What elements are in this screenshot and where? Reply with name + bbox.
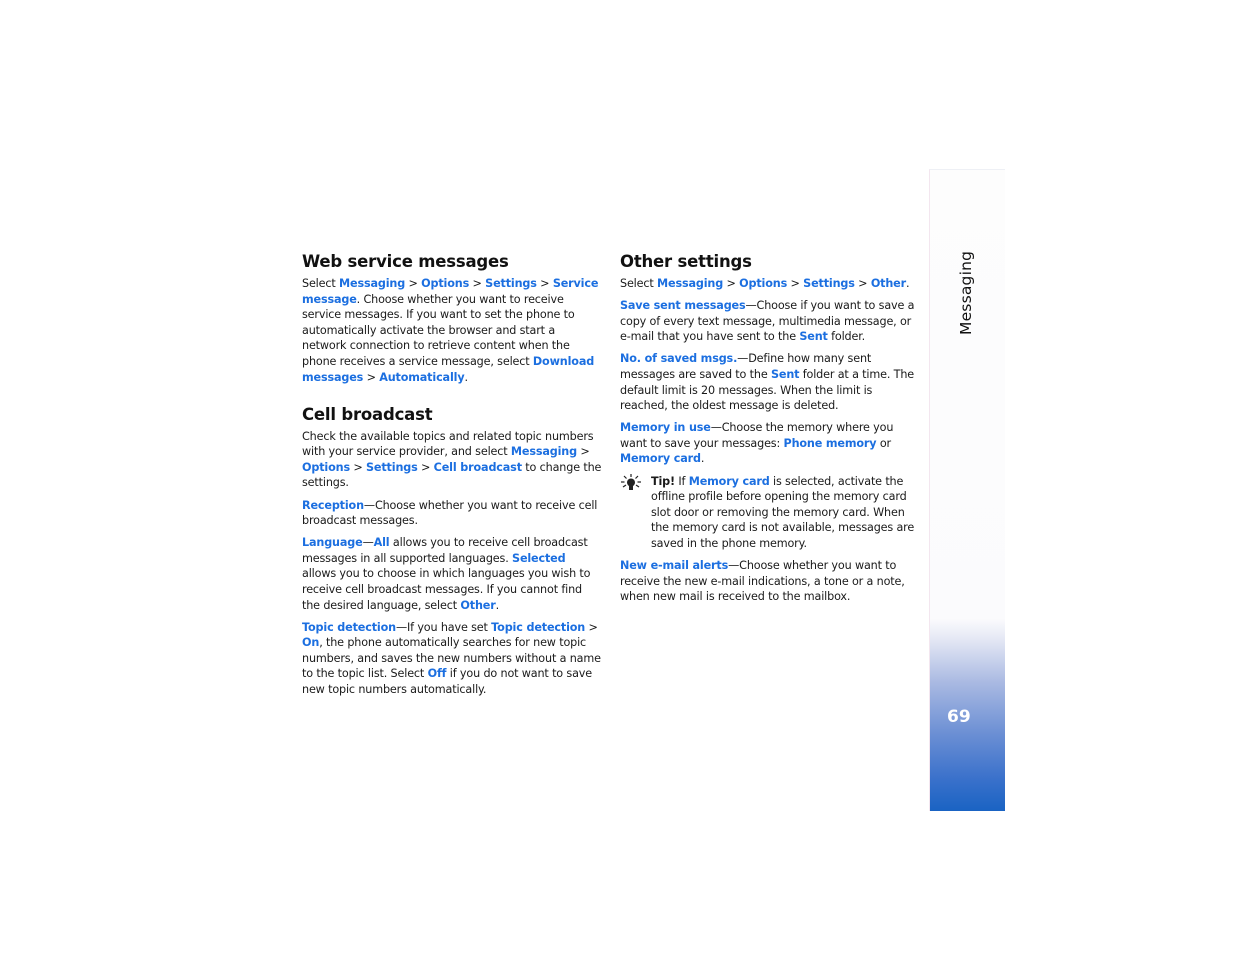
menu-term: Sent — [770, 367, 800, 381]
section-heading: Other settings — [620, 252, 752, 271]
menu-term: Sent — [799, 330, 828, 344]
email-alerts-paragraph: New e-mail alerts—Choose whether you wan… — [620, 558, 920, 605]
menu-term: Memory card — [688, 474, 770, 488]
menu-term: Messaging — [339, 277, 406, 290]
cell-broadcast-section: Cell broadcast Check the available topic… — [302, 404, 602, 698]
menu-term: On — [302, 636, 320, 650]
reception-paragraph: Reception—Choose whether you want to rec… — [302, 498, 602, 529]
text: . — [906, 277, 910, 290]
text: Select — [302, 277, 340, 290]
menu-term: Options — [302, 460, 350, 474]
language-paragraph: Language—All allows you to receive cell … — [302, 535, 602, 613]
paragraph: Check the available topics and related t… — [302, 429, 602, 491]
menu-term: Settings — [485, 277, 537, 290]
section-heading: Cell broadcast — [302, 404, 433, 424]
text: > — [585, 620, 598, 634]
menu-term: Messaging — [657, 277, 724, 290]
menu-term: Selected — [512, 551, 566, 565]
chapter-label: Messaging — [957, 250, 975, 335]
text: . — [700, 452, 705, 466]
menu-term: Save sent messages — [620, 299, 746, 313]
text: > — [405, 277, 422, 290]
menu-term: Memory card — [620, 452, 701, 466]
menu-term: Off — [427, 667, 447, 681]
left-column: Web service messages Select Messaging > … — [302, 251, 602, 704]
menu-term: Topic detection — [302, 620, 396, 634]
menu-term: Settings — [366, 460, 418, 474]
text: folder. — [827, 330, 866, 344]
menu-term: Other — [460, 598, 496, 612]
section-heading: Web service messages — [302, 252, 509, 271]
text: > — [469, 277, 486, 290]
paragraph: Select Messaging > Options > Settings > … — [302, 276, 602, 385]
menu-term: Other — [870, 277, 906, 290]
menu-term: Automatically — [379, 370, 465, 384]
text: > — [854, 277, 871, 290]
memory-in-use-paragraph: Memory in use—Choose the memory where yo… — [620, 420, 920, 467]
text: > — [723, 277, 740, 290]
menu-term: Reception — [302, 498, 364, 512]
saved-msgs-paragraph: No. of saved msgs.—Define how many sent … — [620, 351, 920, 413]
menu-term: Options — [421, 277, 470, 290]
lightbulb-tip-icon — [621, 473, 641, 490]
text: > — [536, 277, 553, 290]
text: If — [674, 474, 689, 488]
text: > — [576, 445, 590, 459]
menu-term: Messaging — [510, 445, 577, 459]
text: allows you to choose in which languages … — [302, 567, 591, 612]
paragraph: Select Messaging > Options > Settings > … — [620, 276, 920, 292]
text: —If you have set — [395, 620, 492, 634]
text: Select — [620, 277, 658, 290]
menu-term: Memory in use — [620, 421, 711, 435]
text: . — [495, 598, 500, 612]
text: or — [876, 436, 891, 450]
web-service-messages-section: Web service messages Select Messaging > … — [302, 251, 602, 385]
menu-term: Settings — [803, 277, 855, 290]
right-column: Other settings Select Messaging > Option… — [620, 251, 920, 611]
tip-paragraph: Tip! If Memory card is selected, activat… — [620, 473, 920, 552]
tip-label: Tip! — [651, 474, 675, 488]
topic-detection-paragraph: Topic detection—If you have set Topic de… — [302, 620, 602, 698]
menu-term: No. of saved msgs. — [620, 352, 738, 366]
text: . — [464, 370, 468, 384]
menu-term: Topic detection — [491, 620, 586, 634]
menu-term: Language — [302, 536, 363, 550]
text: — — [362, 536, 374, 550]
menu-term: All — [373, 536, 390, 550]
menu-term: Cell broadcast — [433, 460, 522, 474]
menu-term: Options — [739, 277, 788, 290]
menu-term: Phone memory — [783, 436, 877, 450]
text: > — [349, 460, 367, 474]
text: > — [363, 370, 380, 384]
save-sent-paragraph: Save sent messages—Choose if you want to… — [620, 298, 920, 345]
text: > — [787, 277, 804, 290]
text: > — [417, 460, 434, 474]
page-number: 69 — [947, 707, 971, 727]
other-settings-section: Other settings Select Messaging > Option… — [620, 251, 920, 605]
menu-term: New e-mail alerts — [620, 559, 729, 572]
